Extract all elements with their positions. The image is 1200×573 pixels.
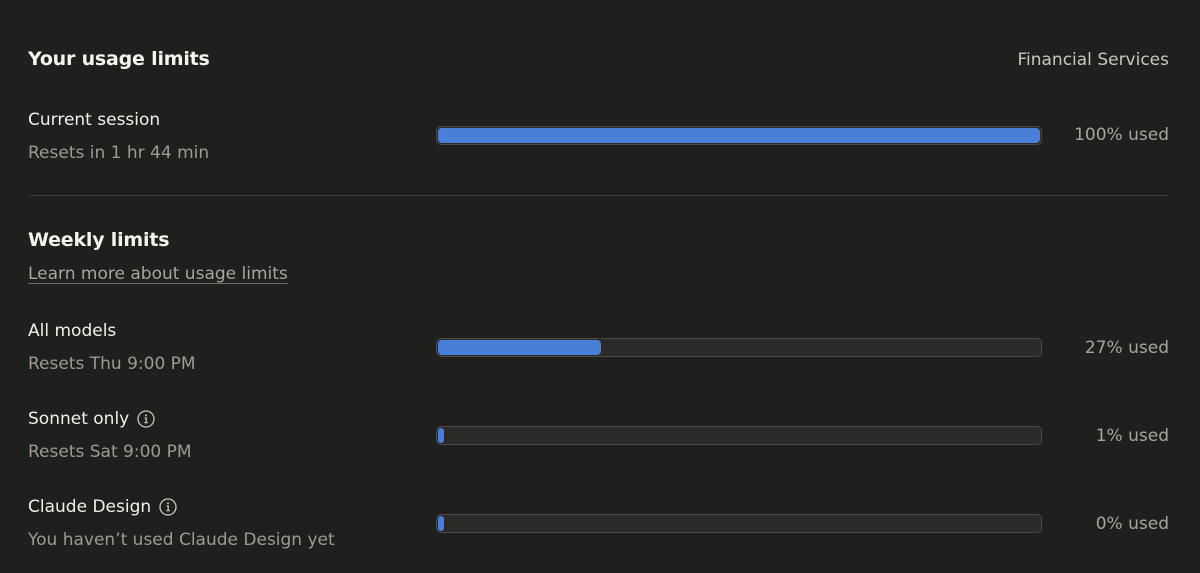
- weekly-row-claude-design: Claude Design You haven’t used Claude De…: [28, 497, 1169, 557]
- claude-design-usage-value: 0% used: [1095, 514, 1169, 534]
- current-session-label: Current session: [28, 110, 160, 130]
- all-models-usage-value: 27% used: [1084, 338, 1169, 358]
- claude-design-label-text: Claude Design: [28, 497, 152, 517]
- sonnet-only-label-text: Sonnet only: [28, 409, 130, 429]
- weekly-row-all-models: All models Resets Thu 9:00 PM 27% used: [28, 321, 1169, 381]
- info-icon[interactable]: [137, 410, 155, 428]
- all-models-label: All models: [28, 321, 116, 341]
- current-session-reset: Resets in 1 hr 44 min: [28, 143, 210, 163]
- all-models-progress-fill: [438, 340, 601, 355]
- current-session-usage-value: 100% used: [1074, 125, 1169, 145]
- current-session-row: Current session Resets in 1 hr 44 min 10…: [28, 110, 1169, 170]
- all-models-reset: Resets Thu 9:00 PM: [28, 354, 196, 374]
- info-icon[interactable]: [159, 498, 177, 516]
- section-divider: [28, 195, 1169, 196]
- current-session-progress-fill: [438, 128, 1040, 143]
- all-models-label-text: All models: [28, 321, 117, 341]
- claude-design-status: You haven’t used Claude Design yet: [28, 530, 335, 550]
- sonnet-only-progress-bar: [436, 426, 1042, 445]
- sonnet-only-reset: Resets Sat 9:00 PM: [28, 442, 192, 462]
- learn-more-link[interactable]: Learn more about usage limits: [28, 264, 288, 284]
- current-session-progress-bar: [436, 126, 1042, 145]
- plan-name: Financial Services: [1017, 50, 1169, 70]
- claude-design-progress-fill: [438, 516, 444, 531]
- claude-design-label: Claude Design: [28, 497, 177, 517]
- usage-header: Your usage limits Financial Services: [28, 48, 1169, 78]
- current-session-label-text: Current session: [28, 110, 161, 130]
- sonnet-only-progress-fill: [438, 428, 444, 443]
- all-models-progress-bar: [436, 338, 1042, 357]
- usage-limits-panel: Your usage limits Financial Services Cur…: [28, 0, 1169, 573]
- page-title: Your usage limits: [28, 48, 210, 70]
- weekly-row-sonnet-only: Sonnet only Resets Sat 9:00 PM 1% used: [28, 409, 1169, 469]
- sonnet-only-label: Sonnet only: [28, 409, 155, 429]
- sonnet-only-usage-value: 1% used: [1095, 426, 1169, 446]
- weekly-limits-title: Weekly limits: [28, 229, 170, 251]
- claude-design-progress-bar: [436, 514, 1042, 533]
